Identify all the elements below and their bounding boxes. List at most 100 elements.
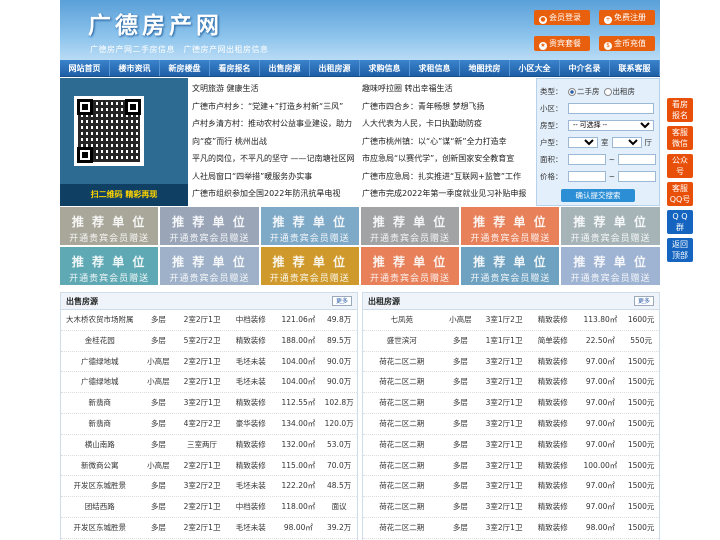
table-row[interactable]: 开发区东城胜景 多层 2室2厅1卫 毛坯未装 98.00㎡ 39.2万 (61, 518, 357, 539)
sidebar-button[interactable]: 返回 顶部 (667, 238, 693, 262)
table-row[interactable]: 荷花二区二期 多层 3室2厅1卫 精致装修 97.00㎡ 1500元 (363, 476, 659, 498)
recommended-unit-slot[interactable]: 推 荐 单 位开通贵宾会员赠送 (160, 247, 259, 285)
nav-item[interactable]: 楼市资讯 (110, 60, 160, 76)
table-cell: 122.20㎡ (281, 481, 316, 491)
recommended-unit-slot[interactable]: 推 荐 单 位开通贵宾会员赠送 (60, 247, 159, 285)
recommended-unit-slot[interactable]: 推 荐 单 位开通贵宾会员赠送 (260, 207, 359, 245)
rent-more-button[interactable]: 更多 (634, 296, 654, 306)
table-row[interactable]: 荷花二区二期 多层 3室2厅1卫 精致装修 97.00㎡ 1500元 (363, 414, 659, 435)
table-row[interactable]: 荷花二区二期 多层 3室2厅1卫 精致装修 97.00㎡ 1500元 (363, 372, 659, 394)
table-row[interactable]: 盛世滨河 多层 1室1厅1卫 简单装修 22.50㎡ 550元 (363, 331, 659, 352)
table-row[interactable]: 荷花二区二期 多层 3室2厅1卫 精致装修 97.00㎡ 1500元 (363, 497, 659, 518)
size-max-input[interactable] (618, 154, 656, 165)
news-link[interactable]: 人社局窗口“四举措”暖服务办实事 (192, 168, 362, 186)
radio-secondhand[interactable] (568, 87, 576, 96)
table-row[interactable]: 荷花二区二期 多层 3室2厅1卫 精致装修 100.00㎡ 1500元 (363, 456, 659, 477)
news-link[interactable]: 平凡的岗位，不平凡的坚守 ——记南塘社区网 (192, 150, 362, 168)
table-row[interactable]: 大木桥农贸市场附属 多层 2室2厅1卫 中档装修 121.06㎡ 49.8万 (61, 310, 357, 331)
sidebar-button[interactable]: Q Q 群 (667, 210, 693, 234)
table-cell: 22.50㎡ (585, 335, 615, 345)
news-link[interactable]: 卢村乡清方村：推动农村公益事业建设，助力 (192, 115, 362, 133)
table-cell: 多层 (150, 418, 166, 428)
news-link[interactable]: 市应急局“以赛代学”，创新国家安全教育宣 (362, 150, 532, 168)
nav-item[interactable]: 求购信息 (360, 60, 410, 76)
size-min-input[interactable] (567, 154, 606, 165)
news-link[interactable]: 广德市卢村乡：“党建+”打造乡村新“三风” (192, 98, 362, 116)
sale-panel: 出售房源 更多 大木桥农贸市场附属 多层 2室2厅1卫 中档装修 121.06㎡ 49.8万… (60, 292, 358, 540)
table-row[interactable]: 横山南路 多层 三室两厅 精致装修 132.00㎡ 53.0万 (61, 435, 357, 456)
sale-more-button[interactable]: 更多 (332, 296, 352, 306)
news-link[interactable]: 广德市应急局：扎实推进“互联网+监管”工作 (362, 168, 532, 186)
news-list: 文明旅游 健康生活 趣味呼拉圈 转出幸福生活 广德市卢村乡：“党建+”打造乡村新“三… (192, 80, 532, 203)
table-row[interactable]: 广德绿地城 小高层 2室2厅1卫 毛坯未装 104.00㎡ 90.0万 (61, 372, 357, 394)
register-button[interactable]: + 免费注册 (599, 10, 655, 25)
ad-subtitle: 开通贵宾会员赠送 (570, 274, 651, 284)
table-row[interactable]: 荷花二区二期 多层 3室2厅1卫 精致装修 97.00㎡ 1500元 (363, 352, 659, 373)
table-row[interactable]: 金桂花园 多层 5室2厅2卫 精致装修 188.00㎡ 89.5万 (61, 331, 357, 352)
recommended-unit-slot[interactable]: 推 荐 单 位开通贵宾会员赠送 (360, 207, 460, 245)
nav-item[interactable]: 新房楼盘 (160, 60, 210, 76)
sidebar-button[interactable]: 看房 报名 (667, 98, 693, 122)
table-cell: 3室2厅1卫 (485, 460, 523, 470)
sidebar-button[interactable]: 客服 QQ号 (667, 182, 693, 206)
price-min-input[interactable] (567, 171, 606, 182)
site-logo[interactable]: 广德房产网 (88, 6, 223, 40)
coin-recharge-button[interactable]: $ 金币充值 (599, 36, 655, 51)
table-row[interactable]: 广德绿地城 小高层 2室2厅1卫 毛坯未装 104.00㎡ 90.0万 (61, 352, 357, 373)
news-link[interactable]: 广德市桃州镇：以“心”谋“新”全力打造幸 (362, 133, 532, 151)
table-row[interactable]: 荷花二区二期 多层 3室2厅1卫 精致装修 97.00㎡ 1500元 (363, 435, 659, 456)
radio-rental[interactable] (603, 87, 612, 96)
nav-item[interactable]: 出租房源 (310, 60, 360, 76)
table-row[interactable]: 新微商公寓 小高层 2室2厅1卫 精致装修 115.00㎡ 70.0万 (61, 456, 357, 477)
table-row[interactable]: 新翡商 多层 4室2厅2卫 豪华装修 134.00㎡ 120.0万 (61, 414, 357, 435)
vip-package-button[interactable]: ★ 贵宾套餐 (534, 36, 590, 51)
table-row[interactable]: 新翡商 多层 3室2厅1卫 精致装修 112.55㎡ 102.8万 (61, 393, 357, 414)
news-link[interactable]: 向“疫”而行 桃州出战 (192, 133, 362, 151)
nav-item[interactable]: 中介名录 (560, 60, 610, 76)
recommended-units: 推 荐 单 位开通贵宾会员赠送推 荐 单 位开通贵宾会员赠送推 荐 单 位开通贵… (60, 207, 660, 287)
nav-item[interactable]: 出售房源 (260, 60, 310, 76)
recommended-unit-slot[interactable]: 推 荐 单 位开通贵宾会员赠送 (360, 247, 460, 285)
ad-title: 推 荐 单 位 (71, 215, 147, 229)
table-cell: 精致装修 (537, 522, 568, 532)
table-row[interactable]: 团结西路 多层 2室2厅1卫 中档装修 118.00㎡ 面议 (61, 497, 357, 518)
price-max-input[interactable] (618, 171, 656, 182)
sidebar-button[interactable]: 公众 号 (667, 154, 693, 178)
recommended-unit-slot[interactable]: 推 荐 单 位开通贵宾会员赠送 (461, 247, 560, 285)
news-link[interactable]: 广德市完成2022年第一季度就业见习补贴申报 (362, 185, 532, 203)
news-link[interactable]: 人大代表为人民，卡口执勤助防疫 (362, 115, 532, 133)
recommended-unit-slot[interactable]: 推 荐 单 位开通贵宾会员赠送 (60, 207, 159, 245)
nav-item[interactable]: 联系客服 (610, 60, 660, 76)
news-link[interactable]: 广德市四合乡：青年畅想 梦想飞扬 (362, 98, 532, 116)
hall-count-select[interactable] (611, 137, 642, 148)
news-row: 平凡的岗位，不平凡的坚守 ——记南塘社区网 市应急局“以赛代学”，创新国家安全教育… (192, 150, 532, 168)
nav-item[interactable]: 求租信息 (410, 60, 460, 76)
nav-item[interactable]: 地图找房 (460, 60, 510, 76)
recommended-unit-slot[interactable]: 推 荐 单 位开通贵宾会员赠送 (260, 247, 359, 285)
news-link[interactable]: 趣味呼拉圈 转出幸福生活 (362, 80, 532, 98)
nav-item[interactable]: 看房报名 (210, 60, 260, 76)
recommended-unit-slot[interactable]: 推 荐 单 位开通贵宾会员赠送 (160, 207, 259, 245)
table-cell: 1500元 (627, 439, 655, 449)
community-input[interactable] (568, 103, 654, 114)
news-link[interactable]: 广德市组织参加全国2022年防汛抗旱电视 (192, 185, 362, 203)
news-row: 广德市卢村乡：“党建+”打造乡村新“三风” 广德市四合乡：青年畅想 梦想飞扬 (192, 98, 532, 116)
recommended-unit-slot[interactable]: 推 荐 单 位开通贵宾会员赠送 (561, 207, 660, 245)
login-button[interactable]: ● 会员登录 (534, 10, 590, 25)
table-row[interactable]: 七凤苑 小高层 3室1厅2卫 精致装修 113.80㎡ 1600元 (363, 310, 659, 331)
table-row[interactable]: 开发区东城胜景 多层 3室2厅2卫 毛坯未装 122.20㎡ 48.5万 (61, 476, 357, 498)
search-submit-button[interactable]: 确认提交搜索 (561, 189, 635, 202)
room-type-select[interactable]: -- 可选择 -- (568, 120, 654, 131)
news-link[interactable]: 文明旅游 健康生活 (192, 80, 362, 98)
table-cell: 98.00㎡ (283, 522, 313, 532)
sidebar-button[interactable]: 客服 微信 (667, 126, 693, 150)
table-row[interactable]: 荷花二区二期 多层 3室2厅1卫 精致装修 98.00㎡ 1500元 (363, 518, 659, 539)
table-cell: 104.00㎡ (281, 356, 316, 366)
nav-item[interactable]: 网站首页 (60, 60, 110, 76)
nav-item[interactable]: 小区大全 (510, 60, 560, 76)
room-count-select[interactable] (568, 137, 598, 148)
table-cell: 3室2厅1卫 (183, 398, 221, 408)
recommended-unit-slot[interactable]: 推 荐 单 位开通贵宾会员赠送 (461, 207, 560, 245)
recommended-unit-slot[interactable]: 推 荐 单 位开通贵宾会员赠送 (561, 247, 660, 285)
table-row[interactable]: 荷花二区二期 多层 3室2厅1卫 精致装修 97.00㎡ 1500元 (363, 393, 659, 414)
